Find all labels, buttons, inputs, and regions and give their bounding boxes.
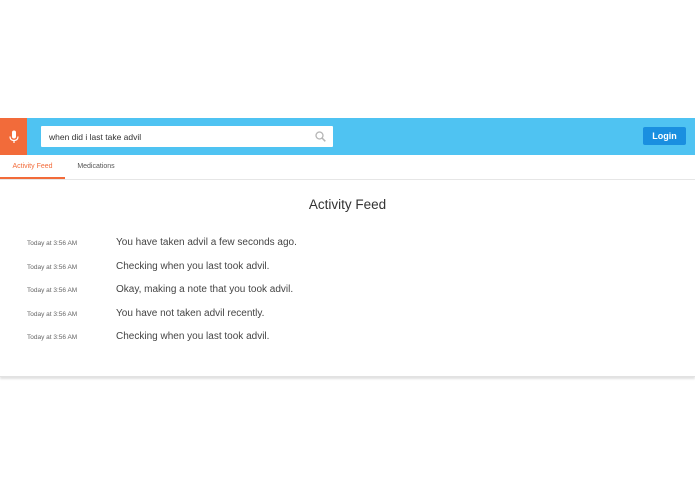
feed-item: Today at 3:56 AM Checking when you last … — [0, 260, 695, 280]
tab-medications[interactable]: Medications — [65, 155, 127, 179]
tab-activity-feed[interactable]: Activity Feed — [0, 155, 65, 179]
page-title: Activity Feed — [308, 197, 387, 212]
feed-item-time: Today at 3:56 AM — [27, 240, 78, 247]
top-bar: Login — [0, 118, 695, 155]
feed-item-message: You have taken advil a few seconds ago. — [116, 237, 297, 248]
feed-item-time: Today at 3:56 AM — [27, 287, 78, 294]
feed-item-time: Today at 3:56 AM — [27, 334, 78, 341]
microphone-button[interactable] — [0, 118, 27, 155]
search-icon[interactable] — [315, 131, 326, 142]
feed-item-message: Checking when you last took advil. — [116, 260, 270, 272]
tab-bar: Activity Feed Medications — [0, 155, 695, 180]
feed-item-message: Okay, making a note that you took advil. — [116, 284, 294, 295]
app-container: Login Activity Feed Medications Activity… — [0, 118, 695, 377]
feed-item-time: Today at 3:56 AM — [27, 310, 78, 318]
search-input[interactable] — [41, 126, 317, 147]
feed-item-message: Checking when you last took advil. — [116, 331, 270, 342]
feed-item: Today at 3:56 AM Okay, making a note tha… — [0, 283, 695, 303]
search-box — [41, 126, 333, 147]
feed-item-time: Today at 3:56 AM — [27, 263, 78, 271]
microphone-icon — [8, 130, 19, 143]
feed-item: Today at 3:56 AM Checking when you last … — [0, 330, 695, 350]
login-button[interactable]: Login — [643, 127, 686, 145]
feed-item: Today at 3:56 AM You have not taken advi… — [0, 307, 695, 327]
feed-item: Today at 3:56 AM You have taken advil a … — [0, 236, 695, 256]
feed-item-message: You have not taken advil recently. — [116, 307, 265, 319]
